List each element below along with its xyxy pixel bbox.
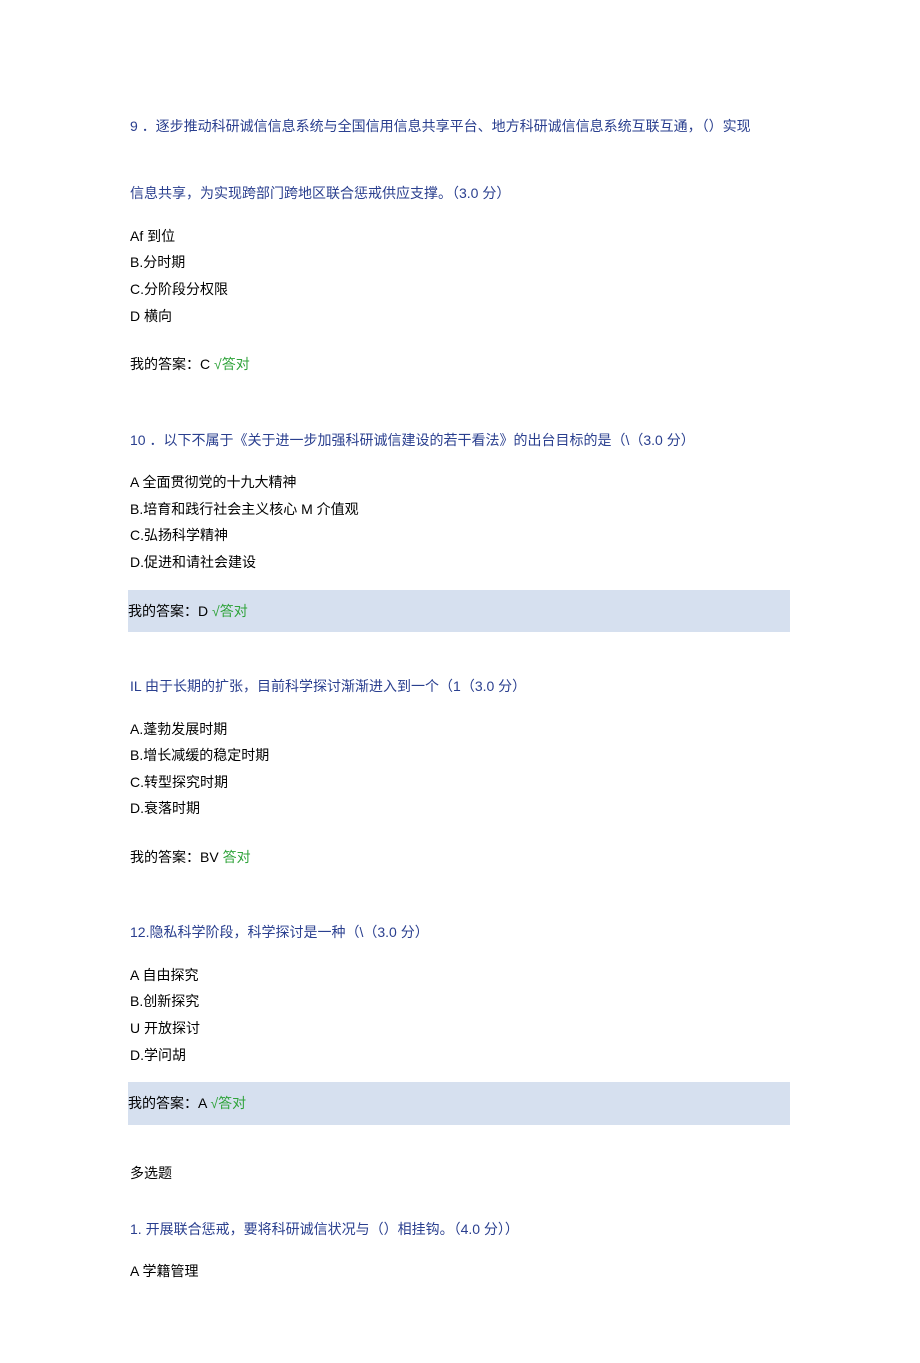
- question-number: 12.: [130, 924, 149, 940]
- multi-q1-text: 1. 开展联合惩戒，要将科研诚信状况与（）相挂钩。（4.0 分））: [130, 1213, 790, 1247]
- question-12-options: A 自由探究 B.创新探究 U 开放探讨 D.学问胡: [130, 962, 790, 1068]
- option-c: C.弘扬科学精神: [130, 522, 790, 549]
- question-body: ．以下不属于《关于进一步加强科研诚信建设的若干看法》的出台目标的是（\（3.0 …: [146, 432, 695, 448]
- document-page: 9 ．逐步推动科研诚信信息系统与全国信用信息共享平台、地方科研诚信信息系统互联互…: [0, 0, 920, 1363]
- answer-status: 答对: [222, 356, 250, 372]
- option-c: C.转型探究时期: [130, 769, 790, 796]
- question-11: IL 由于长期的扩张，目前科学探讨渐渐进入到一个（1（3.0 分） A.蓬勃发展…: [130, 670, 790, 878]
- option-b: B.增长减缓的稳定时期: [130, 742, 790, 769]
- multi-q1-options: A 学籍管理: [130, 1258, 790, 1285]
- answer-9: 我的答案：C √答对: [130, 343, 790, 385]
- question-body: 隐私科学阶段，科学探讨是一种（\（3.0 分）: [149, 924, 428, 940]
- answer-prefix: 我的答案：: [130, 356, 200, 372]
- answer-10: 我的答案：D √答对: [128, 590, 790, 632]
- answer-status: 答对: [219, 849, 251, 865]
- check-icon: √: [210, 356, 222, 372]
- question-body: 开展联合惩戒，要将科研诚信状况与（）相挂钩。（4.0 分））: [142, 1221, 519, 1237]
- question-11-options: A.蓬勃发展时期 B.增长减缓的稳定时期 C.转型探究时期 D.衰落时期: [130, 716, 790, 822]
- question-number: IL: [130, 678, 141, 694]
- answer-prefix: 我的答案：: [128, 603, 198, 619]
- question-12-text: 12.隐私科学阶段，科学探讨是一种（\（3.0 分）: [130, 916, 790, 950]
- question-9: 9 ．逐步推动科研诚信信息系统与全国信用信息共享平台、地方科研诚信信息系统互联互…: [130, 110, 790, 386]
- option-b: B.创新探究: [130, 988, 790, 1015]
- question-number: 10: [130, 432, 146, 448]
- question-9-options: Af 到位 B.分时期 C.分阶段分权限 D 横向: [130, 223, 790, 329]
- answer-letter: D: [198, 603, 208, 619]
- question-number: 1.: [130, 1221, 142, 1237]
- answer-prefix: 我的答案：: [128, 1095, 198, 1111]
- answer-prefix: 我的答案：: [130, 849, 200, 865]
- answer-status: 答对: [220, 603, 248, 619]
- option-a: Af 到位: [130, 223, 790, 250]
- check-icon: √: [208, 603, 220, 619]
- question-body-line2: 信息共享，为实现跨部门跨地区联合惩戒供应支撑。（3.0 分）: [130, 185, 510, 201]
- answer-letter: A: [198, 1095, 207, 1111]
- section-multi-title: 多选题: [130, 1163, 790, 1183]
- multi-question-1: 1. 开展联合惩戒，要将科研诚信状况与（）相挂钩。（4.0 分）） A 学籍管理: [130, 1213, 790, 1285]
- option-d: D.学问胡: [130, 1042, 790, 1069]
- question-11-text: IL 由于长期的扩张，目前科学探讨渐渐进入到一个（1（3.0 分）: [130, 670, 790, 704]
- question-body-line1: ．逐步推动科研诚信信息系统与全国信用信息共享平台、地方科研诚信信息系统互联互通，…: [142, 118, 751, 134]
- question-body: 由于长期的扩张，目前科学探讨渐渐进入到一个（1（3.0 分）: [141, 678, 526, 694]
- option-b: B.培育和践行社会主义核心 M 介值观: [130, 496, 790, 523]
- option-b: B.分时期: [130, 249, 790, 276]
- option-d: D.促进和请社会建设: [130, 549, 790, 576]
- option-a: A.蓬勃发展时期: [130, 716, 790, 743]
- option-d: D 横向: [130, 303, 790, 330]
- option-a: A 学籍管理: [130, 1258, 790, 1285]
- question-10-text: 10 ．以下不属于《关于进一步加强科研诚信建设的若干看法》的出台目标的是（\（3…: [130, 424, 790, 458]
- answer-11: 我的答案：BV 答对: [130, 836, 790, 878]
- check-icon: √: [207, 1095, 219, 1111]
- option-d: D.衰落时期: [130, 795, 790, 822]
- question-10-options: A 全面贯彻党的十九大精神 B.培育和践行社会主义核心 M 介值观 C.弘扬科学…: [130, 469, 790, 575]
- question-9-text: 9 ．逐步推动科研诚信信息系统与全国信用信息共享平台、地方科研诚信信息系统互联互…: [130, 110, 790, 211]
- answer-12: 我的答案：A √答对: [128, 1082, 790, 1124]
- option-c: C.分阶段分权限: [130, 276, 790, 303]
- answer-letter: C: [200, 356, 210, 372]
- answer-letter: BV: [200, 849, 219, 865]
- option-a: A 自由探究: [130, 962, 790, 989]
- option-a: A 全面贯彻党的十九大精神: [130, 469, 790, 496]
- option-c: U 开放探讨: [130, 1015, 790, 1042]
- question-12: 12.隐私科学阶段，科学探讨是一种（\（3.0 分） A 自由探究 B.创新探究…: [130, 916, 790, 1124]
- question-10: 10 ．以下不属于《关于进一步加强科研诚信建设的若干看法》的出台目标的是（\（3…: [130, 424, 790, 632]
- question-number: 9: [130, 118, 138, 134]
- answer-status: 答对: [218, 1095, 246, 1111]
